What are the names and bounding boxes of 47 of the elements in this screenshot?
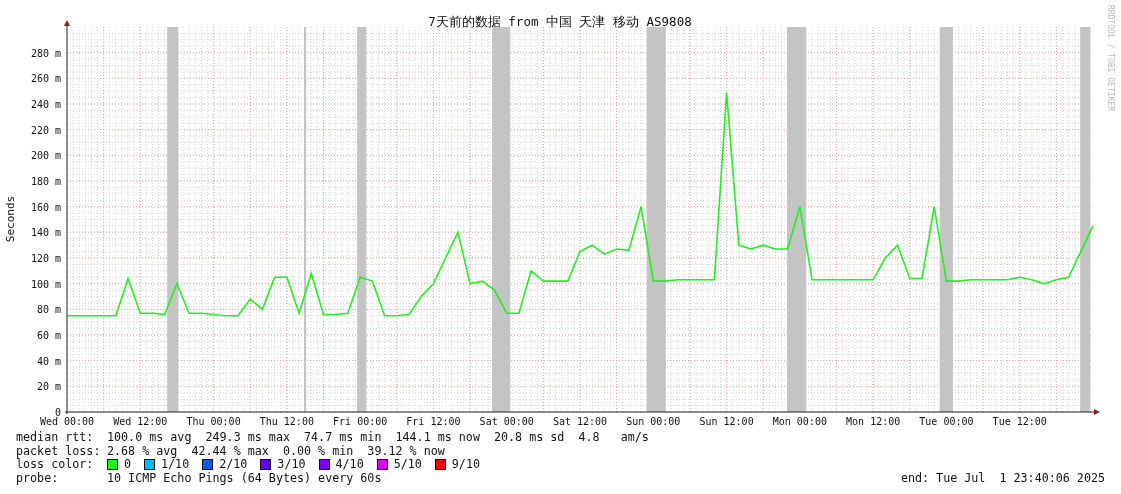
axis-tick-label: 280 m (30, 47, 61, 59)
axis-tick-label: 200 m (30, 150, 61, 162)
legend-text: 5/10 (393, 458, 422, 472)
legend-text: 4/10 (335, 458, 364, 472)
axis-tick-label: Tue 00:00 (919, 416, 974, 427)
legend-text: 100.0 ms avg 249.3 ms max 74.7 ms min 144.1 ms now 20.8 ms sd 4.8 am/s (107, 431, 649, 445)
axis-tick-label: 220 m (30, 124, 61, 136)
legend-text: 2.68 % avg 42.44 % max 0.00 % min 39.12 % now (107, 444, 445, 459)
axis-tick-label: 100 m (30, 278, 61, 290)
legend-label: packet loss: (16, 444, 102, 459)
legend-label: median rtt: (16, 431, 95, 445)
axis-tick-label: Mon 12:00 (846, 416, 901, 427)
axis-tick-label: 0 (54, 407, 61, 418)
axis-tick-label: 260 m (30, 73, 61, 85)
axis-tick-label: Sun 12:00 (699, 416, 754, 427)
axis-tick-label: Thu 00:00 (186, 416, 241, 427)
axis-tick-label: Tue 12:00 (992, 416, 1047, 427)
legend-label: loss color: (16, 458, 95, 472)
axis-tick-label: Mon 00:00 (772, 416, 827, 427)
axis-tick-label: 60 m (36, 330, 61, 341)
axis-tick-label: 160 m (30, 201, 61, 213)
credit-text: RRDTOOL / TOBI OETIKER (1106, 5, 1115, 111)
end-time: end: Tue Jul 1 23:40:06 2025 (900, 471, 1105, 486)
axis-tick-label: 140 m (30, 227, 61, 239)
legend-text: 9/10 (451, 458, 480, 472)
axis-tick-label: Wed 00:00 (39, 416, 95, 427)
axis-tick-label: Sat 00:00 (479, 416, 534, 427)
axis-tick-label: 40 m (36, 355, 61, 367)
legend-label: probe: (16, 471, 60, 486)
legend-text: 1/10 (161, 458, 190, 472)
axis-tick-label: Fri 12:00 (406, 416, 461, 427)
legend-text: 2/10 (219, 458, 248, 472)
axis-tick-label: 120 m (30, 253, 61, 264)
axis-tick-label: 80 m (36, 304, 61, 316)
chart-title: 7天前的数据 from 中国 天津 移动 AS9808 (428, 14, 692, 29)
axis-tick-label: Sun 00:00 (626, 416, 681, 427)
legend-text: 0 (124, 458, 132, 472)
axis-tick-label: 240 m (30, 99, 61, 110)
axis-tick-label: 180 m (30, 176, 61, 187)
axis-tick-label: Wed 12:00 (113, 416, 168, 427)
axis-label: Seconds (4, 195, 17, 243)
axis-tick-label: 20 m (36, 381, 61, 393)
axis-tick-label: Sat 12:00 (552, 416, 608, 427)
legend-text: 10 ICMP Echo Pings (64 Bytes) every 60s (107, 471, 382, 486)
axis-tick-label: Fri 00:00 (333, 416, 388, 427)
axis-tick-label: Thu 12:00 (259, 416, 314, 427)
legend-text: 3/10 (277, 458, 306, 472)
